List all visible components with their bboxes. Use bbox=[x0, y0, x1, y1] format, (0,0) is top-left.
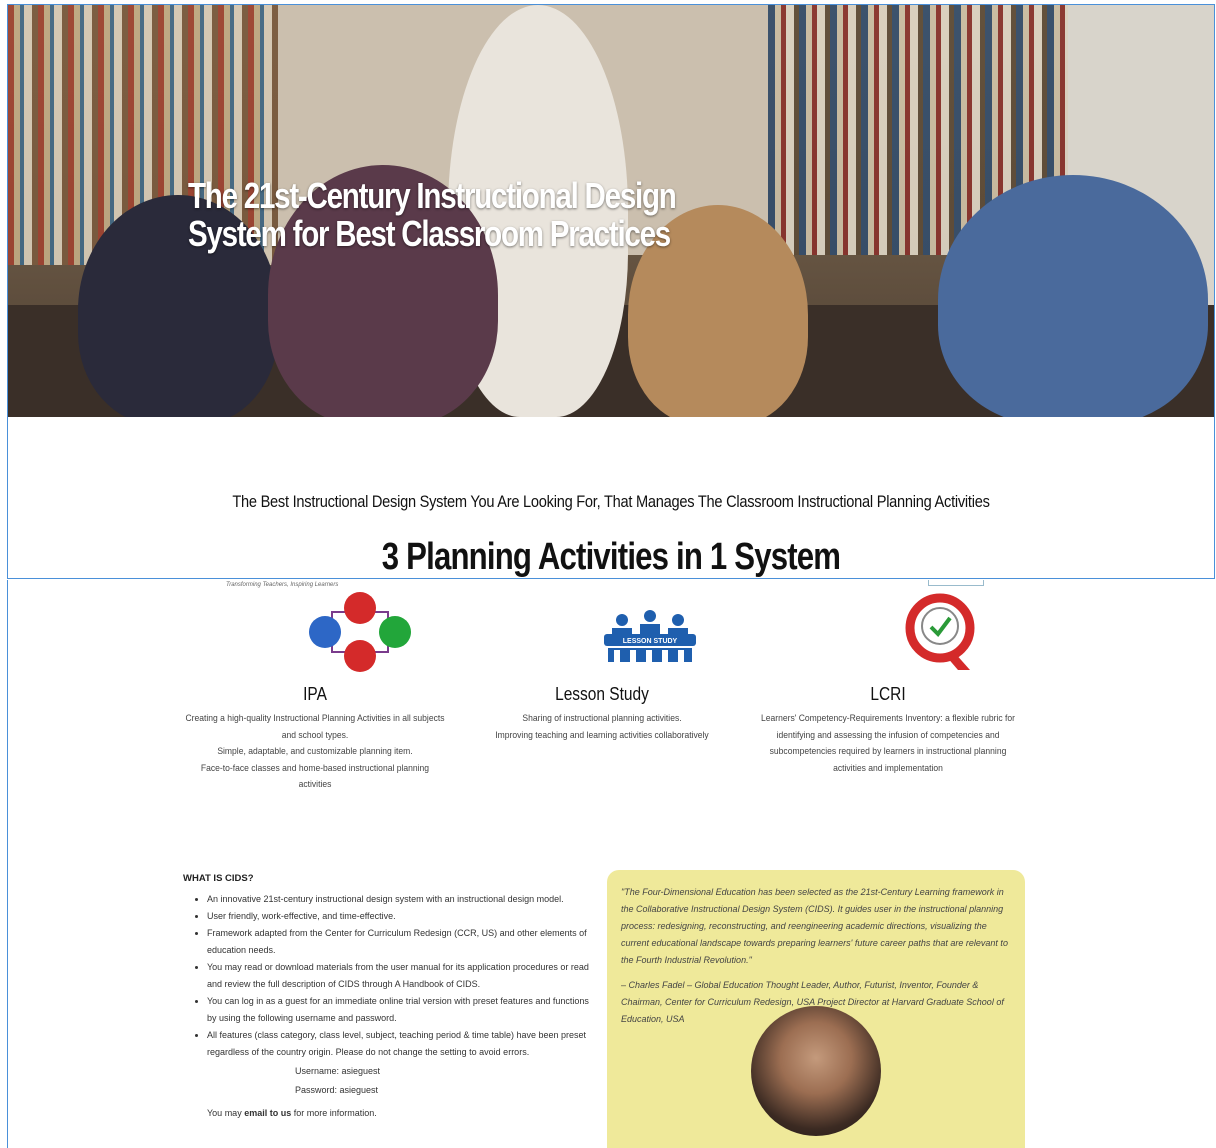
guest-username: Username: asieguest bbox=[295, 1066, 381, 1076]
what-is-heading: WHAT IS CIDS? bbox=[183, 873, 254, 884]
what-is-list: An innovative 21st-century instructional… bbox=[183, 891, 593, 1061]
list-item: Framework adapted from the Center for Cu… bbox=[207, 925, 593, 959]
list-item: You may read or download materials from … bbox=[207, 959, 593, 993]
feature-line: Creating a high-quality Instructional Pl… bbox=[185, 713, 445, 741]
list-item: User friendly, work-effective, and time-… bbox=[207, 908, 593, 925]
feature-ipa: IPA Creating a high-quality Instructiona… bbox=[170, 590, 460, 794]
feature-lesson-study: LESSON STUDY Lesson Study Sharing of ins… bbox=[457, 590, 747, 744]
guest-password: Password: asieguest bbox=[295, 1085, 379, 1095]
email-link[interactable]: email to us bbox=[244, 1108, 291, 1118]
email-suffix: for more information. bbox=[293, 1108, 377, 1118]
feature-title: Lesson Study bbox=[555, 684, 649, 704]
feature-lcri: LCRI Learners' Competency-Requirements I… bbox=[743, 590, 1033, 777]
quote-text: "The Four-Dimensional Education has been… bbox=[621, 887, 1008, 965]
hero-banner: The 21st-Century Instructional Design Sy… bbox=[8, 5, 1214, 417]
quote-card: "The Four-Dimensional Education has been… bbox=[607, 870, 1025, 1148]
hero-screenshot-frame: The 21st-Century Instructional Design Sy… bbox=[7, 4, 1215, 579]
ipa-cycle-icon bbox=[170, 590, 460, 674]
feature-line: Learners' Competency-Requirements Invent… bbox=[761, 713, 1015, 774]
header-tagline-fragment: Transforming Teachers, Inspiring Learner… bbox=[226, 582, 339, 588]
lesson-study-icon-label: LESSON STUDY bbox=[622, 638, 677, 645]
what-is-cids: WHAT IS CIDS? An innovative 21st-century… bbox=[183, 870, 593, 1122]
feature-line: Sharing of instructional planning activi… bbox=[522, 713, 682, 724]
email-line: You may email to us for more information… bbox=[183, 1105, 593, 1122]
section-heading: 3 Planning Activities in 1 System bbox=[381, 536, 841, 578]
feature-line: Face-to-face classes and home-based inst… bbox=[200, 762, 430, 791]
lcri-check-icon bbox=[743, 590, 1033, 674]
header-button-fragment[interactable] bbox=[928, 580, 984, 586]
avatar bbox=[751, 1006, 881, 1136]
feature-line: Simple, adaptable, and customizable plan… bbox=[217, 746, 413, 757]
lesson-study-icon: LESSON STUDY bbox=[457, 590, 747, 674]
feature-title: LCRI bbox=[870, 684, 906, 704]
email-prefix: You may bbox=[207, 1108, 242, 1118]
list-item: An innovative 21st-century instructional… bbox=[207, 891, 593, 908]
features-screenshot-frame: Transforming Teachers, Inspiring Learner… bbox=[7, 580, 1215, 1148]
list-item: You can log in as a guest for an immedia… bbox=[207, 993, 593, 1027]
tagline: The Best Instructional Design System You… bbox=[232, 492, 990, 511]
hero-title: The 21st-Century Instructional Design Sy… bbox=[188, 175, 677, 254]
person-right bbox=[938, 175, 1208, 417]
feature-line: Improving teaching and learning activiti… bbox=[495, 729, 709, 741]
list-item: All features (class category, class leve… bbox=[207, 1027, 593, 1061]
feature-title: IPA bbox=[303, 684, 327, 704]
